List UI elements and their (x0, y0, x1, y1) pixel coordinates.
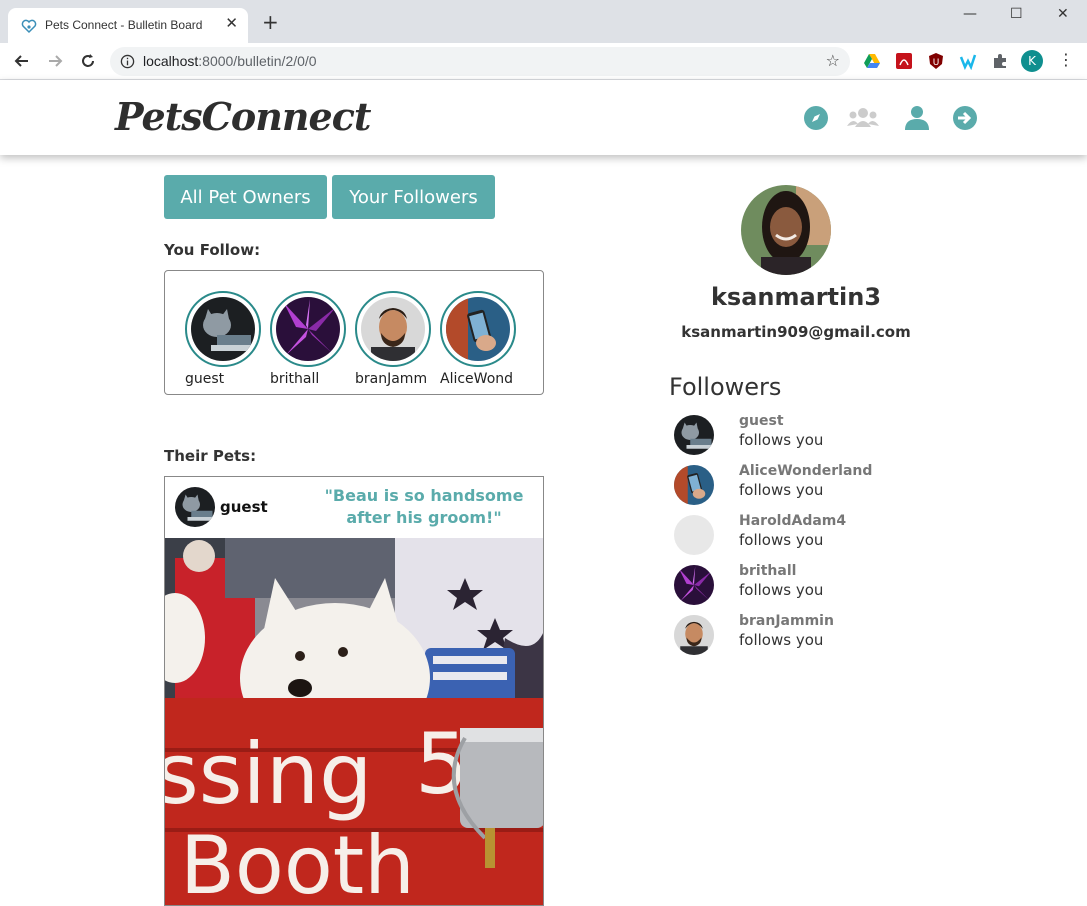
man-portrait-photo (361, 297, 425, 361)
pdf-extension-icon[interactable] (895, 52, 913, 70)
user-icon[interactable] (904, 105, 930, 131)
tab-your-followers[interactable]: Your Followers (332, 175, 495, 219)
browser-tabbar: Pets Connect - Bulletin Board ✕ + — ☐ ✕ (0, 0, 1087, 43)
ublock-icon[interactable]: U (927, 52, 945, 70)
you-follow-label: You Follow: (164, 241, 261, 259)
svg-text:Booth: Booth (180, 819, 415, 906)
bookmark-star-icon[interactable]: ☆ (826, 51, 840, 70)
svg-text:U: U (933, 58, 940, 68)
paw-heart-icon (21, 19, 37, 34)
avatar (270, 291, 346, 367)
url-text: localhost:8000/bulletin/2/0/0 (143, 53, 317, 69)
profile-username: ksanmartin3 (710, 283, 882, 311)
profile-avatar-button[interactable]: K (1021, 50, 1043, 72)
vimeo-extension-icon[interactable] (959, 52, 977, 70)
following-item-guest[interactable]: guest (185, 291, 261, 387)
site-info-icon[interactable] (120, 54, 135, 69)
browser-tab[interactable]: Pets Connect - Bulletin Board ✕ (8, 8, 248, 43)
profile-avatar (741, 185, 831, 275)
following-item-alicewond[interactable]: AliceWond (440, 291, 516, 387)
purple-leaf-photo (276, 297, 340, 361)
extensions-puzzle-icon[interactable] (991, 52, 1009, 70)
google-drive-icon[interactable] (863, 52, 881, 70)
profile-email: ksanmartin909@gmail.com (681, 323, 911, 341)
tab-close-icon[interactable]: ✕ (225, 14, 238, 32)
address-bar[interactable]: localhost:8000/bulletin/2/0/0 ☆ (110, 47, 850, 76)
avatar (440, 291, 516, 367)
svg-text:ssing: ssing (165, 725, 372, 823)
avatar (185, 291, 261, 367)
compass-icon[interactable] (803, 105, 829, 131)
window-close-icon[interactable]: ✕ (1057, 6, 1069, 22)
pet-post-card: guest "Beau is so handsome after his gro… (164, 476, 544, 906)
forward-icon[interactable] (45, 51, 65, 71)
following-item-brithall[interactable]: brithall (270, 291, 346, 387)
following-list: guest brithall branJamm AliceWond (164, 270, 544, 395)
reload-icon[interactable] (78, 51, 98, 71)
cat-laptop-photo (191, 297, 255, 361)
avatar (674, 465, 714, 505)
purple-leaf-photo (674, 565, 714, 605)
avatar (674, 615, 714, 655)
cat-laptop-photo (175, 487, 215, 527)
following-item-branjamm[interactable]: branJamm (355, 291, 431, 387)
browser-toolbar: localhost:8000/bulletin/2/0/0 ☆ U K ⋮ (0, 43, 1087, 80)
followers-title: Followers (669, 373, 782, 401)
follower-item-brithall[interactable]: brithall follows you (674, 563, 974, 607)
avatar-placeholder (674, 515, 714, 555)
man-portrait-photo (674, 615, 714, 655)
follower-item-haroldadam4[interactable]: HaroldAdam4 follows you (674, 513, 974, 557)
site-header: PetsConnect (0, 80, 1087, 155)
follower-item-alicewonderland[interactable]: AliceWonderland follows you (674, 463, 974, 507)
post-caption: "Beau is so handsome after his groom!" (324, 486, 524, 527)
their-pets-label: Their Pets: (164, 447, 257, 465)
samoyed-dog-photo: ssing 50 Booth (165, 538, 543, 906)
maximize-icon[interactable]: ☐ (1010, 6, 1023, 22)
avatar (355, 291, 431, 367)
tab-title: Pets Connect - Bulletin Board (45, 18, 203, 32)
cat-laptop-photo (674, 415, 714, 455)
avatar (674, 415, 714, 455)
phone-hands-photo (674, 465, 714, 505)
logout-arrow-icon[interactable] (952, 105, 978, 131)
post-header: guest "Beau is so handsome after his gro… (165, 477, 543, 538)
phone-hands-photo (446, 297, 510, 361)
follower-item-guest[interactable]: guest follows you (674, 413, 974, 457)
avatar (674, 565, 714, 605)
new-tab-icon[interactable]: + (262, 12, 279, 32)
follower-item-branjammin[interactable]: branJammin follows you (674, 613, 974, 657)
minimize-icon[interactable]: — (963, 6, 977, 22)
post-username[interactable]: guest (220, 498, 268, 516)
woman-portrait-photo (741, 185, 831, 275)
back-icon[interactable] (12, 51, 32, 71)
avatar[interactable] (175, 487, 215, 527)
browser-menu-icon[interactable]: ⋮ (1058, 50, 1074, 69)
group-icon[interactable] (846, 105, 880, 131)
tab-all-pet-owners[interactable]: All Pet Owners (164, 175, 327, 219)
site-logo[interactable]: PetsConnect (115, 94, 371, 139)
